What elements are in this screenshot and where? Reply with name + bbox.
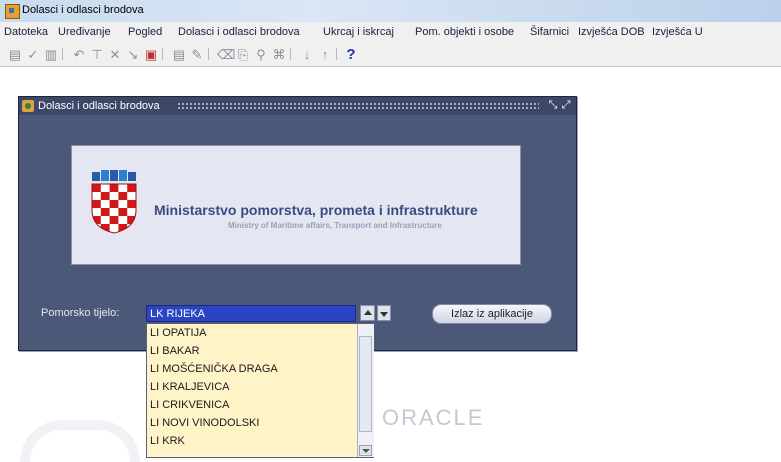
- menu-pom-objekti[interactable]: Pom. objekti i osobe: [415, 26, 514, 38]
- down-icon[interactable]: ↓: [298, 46, 316, 64]
- toolbar-separator: [336, 48, 337, 60]
- dropdown-scrollbar[interactable]: [357, 324, 374, 457]
- record-icon[interactable]: ▤: [170, 46, 188, 64]
- form-app-icon: [22, 100, 34, 112]
- form-window: Dolasci i odlasci brodova ⤡ ⤢ Ministarst…: [18, 96, 577, 351]
- title-pattern: [177, 102, 539, 111]
- filter-icon[interactable]: ⊤: [88, 46, 106, 64]
- copy-icon[interactable]: ⎘: [234, 46, 252, 64]
- list-item[interactable]: LI BAKAR: [150, 345, 200, 357]
- menu-ukrcaj-iskrcaj[interactable]: Ukrcaj i iskrcaj: [323, 26, 394, 38]
- maximize-icon[interactable]: ⤢: [560, 99, 572, 112]
- form-title: Dolasci i odlasci brodova: [38, 100, 160, 112]
- toolbar-separator: [162, 48, 163, 60]
- delete-icon[interactable]: ⌫: [216, 46, 235, 64]
- list-item[interactable]: LI KRK: [150, 435, 185, 447]
- menu-izvjesca-u[interactable]: Izvješća U: [652, 26, 703, 38]
- pomorsko-tijelo-select[interactable]: LK RIJEKA: [146, 305, 356, 322]
- toolbar-separator: [62, 48, 63, 60]
- croatian-coat-of-arms-icon: [91, 170, 137, 234]
- check-icon[interactable]: ✓: [24, 46, 42, 64]
- list-item[interactable]: LI MOŠĆENIČKA DRAGA: [150, 363, 278, 375]
- help-icon[interactable]: ?: [342, 46, 360, 64]
- menu-sifarnici[interactable]: Šifarnici: [530, 26, 569, 38]
- window-icon[interactable]: ▣: [142, 46, 160, 64]
- window-title: Dolasci i odlasci brodova: [22, 4, 144, 16]
- form-title-bar: Dolasci i odlasci brodova ⤡ ⤢: [19, 97, 576, 115]
- scrollbar-thumb[interactable]: [359, 336, 372, 432]
- clear-filter-icon[interactable]: ✕: [106, 46, 124, 64]
- toolbar: ▤ ✓ ▥ ↶ ⊤ ✕ ↘ ▣ ▤ ✎ ⌫ ⎘ ⚲ ⌘ ↓ ↑ ?: [0, 42, 781, 67]
- window-title-bar: Dolasci i odlasci brodova: [0, 0, 781, 23]
- ministry-banner: Ministarstvo pomorstva, prometa i infras…: [71, 145, 521, 265]
- app-icon: [5, 4, 20, 19]
- oracle-watermark: ORACLE: [382, 405, 485, 430]
- toolbar-separator: [290, 48, 291, 60]
- pomorsko-tijelo-label: Pomorsko tijelo:: [41, 307, 120, 319]
- toolbar-separator: [208, 48, 209, 60]
- menu-dolasci-odlasci[interactable]: Dolasci i odlasci brodova: [178, 26, 300, 38]
- list-scroll-up-icon[interactable]: [360, 305, 375, 321]
- save-icon[interactable]: ▤: [6, 46, 24, 64]
- list-item[interactable]: LI KRALJEVICA: [150, 381, 229, 393]
- search-icon[interactable]: ↘: [124, 46, 142, 64]
- minimize-icon[interactable]: ⤡: [547, 99, 559, 112]
- edit-icon[interactable]: ✎: [188, 46, 206, 64]
- insert-icon[interactable]: ⌘: [270, 46, 288, 64]
- chevron-down-icon[interactable]: [377, 305, 391, 321]
- list-item[interactable]: LI NOVI VINODOLSKI: [150, 417, 259, 429]
- scroll-down-icon[interactable]: [359, 445, 372, 456]
- menu-izvjesca-dob[interactable]: Izvješća DOB: [578, 26, 645, 38]
- menu-bar: Datoteka Uređivanje Pogled Dolasci i odl…: [0, 22, 781, 43]
- paste-icon[interactable]: ⚲: [252, 46, 270, 64]
- pomorsko-tijelo-dropdown-list: LI OPATIJA LI BAKAR LI MOŠĆENIČKA DRAGA …: [146, 323, 374, 458]
- list-item[interactable]: LI OPATIJA: [150, 327, 206, 339]
- undo-icon[interactable]: ↶: [70, 46, 88, 64]
- print-icon[interactable]: ▥: [42, 46, 60, 64]
- ministry-subtitle: Ministry of Maritime affairs, Transport …: [228, 221, 442, 230]
- menu-pogled[interactable]: Pogled: [128, 26, 162, 38]
- up-icon[interactable]: ↑: [316, 46, 334, 64]
- menu-datoteka[interactable]: Datoteka: [4, 26, 48, 38]
- ministry-title: Ministarstvo pomorstva, prometa i infras…: [154, 202, 478, 218]
- background-decoration: [20, 420, 140, 462]
- exit-application-button[interactable]: Izlaz iz aplikacije: [432, 304, 552, 324]
- menu-uredivanje[interactable]: Uređivanje: [58, 26, 111, 38]
- list-item[interactable]: LI CRIKVENICA: [150, 399, 229, 411]
